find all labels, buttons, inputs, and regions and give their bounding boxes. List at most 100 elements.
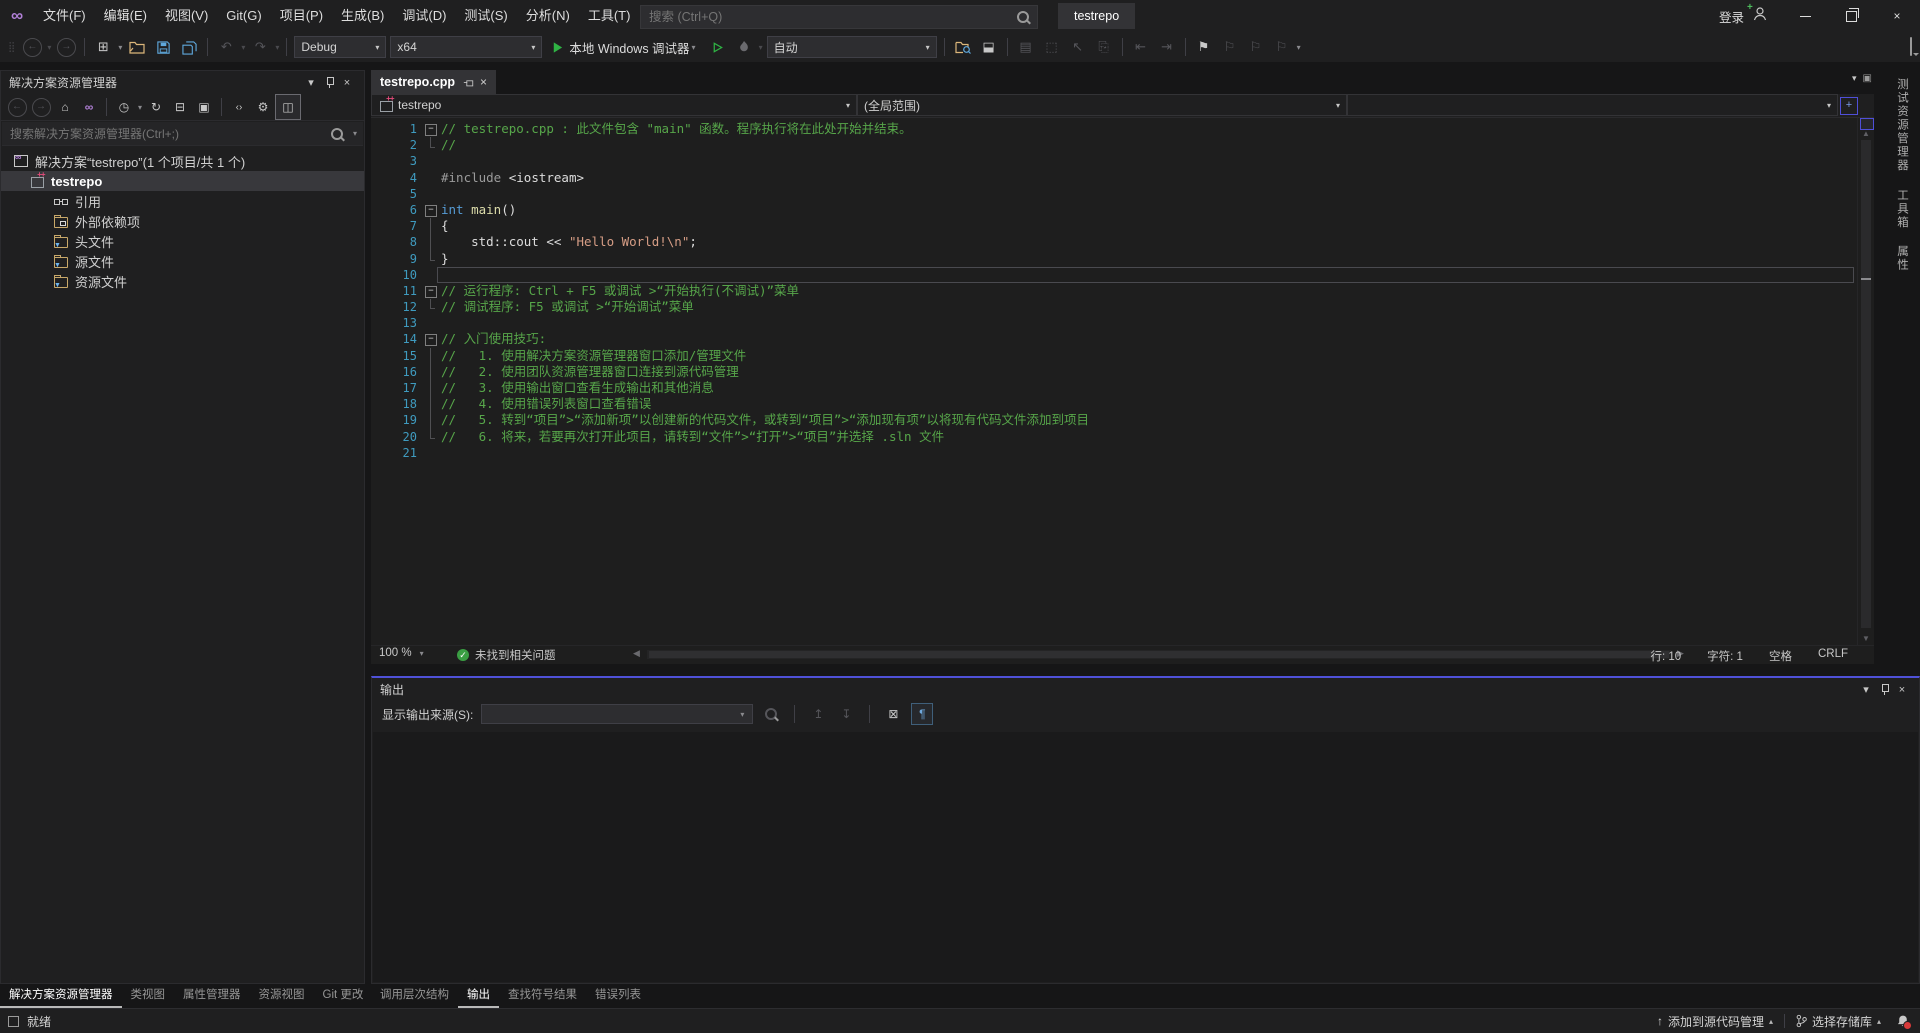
scroll-up-icon[interactable]: ▲ [1858, 129, 1874, 138]
new-project-dropdown[interactable]: ▾ [116, 43, 124, 52]
navigate-window-button[interactable]: ⬓ [976, 35, 1002, 59]
select-cursor-button[interactable]: ↖ [1065, 35, 1091, 59]
next-bookmark-button[interactable]: ⚐ [1243, 35, 1269, 59]
tree-row[interactable]: ▼头文件 [1, 231, 364, 251]
minimize-button[interactable] [1782, 0, 1828, 32]
zoom-control[interactable]: 100 % ▾ [379, 647, 426, 659]
code-line[interactable]: 5 [371, 186, 1858, 202]
code-line[interactable]: 3 [371, 153, 1858, 169]
collapse-all-button[interactable]: ⊟ [168, 95, 192, 119]
menu-item[interactable]: 生成(B) [332, 0, 393, 32]
start-without-debugging-button[interactable] [705, 35, 731, 59]
code-line[interactable]: 6−int main() [371, 202, 1858, 218]
spaces-indicator[interactable]: 空格 [1769, 648, 1792, 664]
menu-item[interactable]: 调试(D) [393, 0, 455, 32]
code-editor[interactable]: 1−// testrepo.cpp : 此文件包含 "main" 函数。程序执行… [371, 118, 1858, 648]
start-debugging-button[interactable]: 本地 Windows 调试器 ▾ [544, 35, 704, 59]
code-line[interactable]: 12// 调试程序: F5 或调试 >“开始调试”菜单 [371, 299, 1858, 315]
output-source-combo[interactable]: ▾ [481, 704, 753, 724]
search-options-dropdown[interactable]: ▾ [351, 129, 359, 138]
search-input[interactable] [641, 10, 1009, 24]
clear-all-button[interactable]: ⊠ [883, 704, 903, 724]
menu-item[interactable]: 测试(S) [455, 0, 516, 32]
solution-name-badge[interactable]: testrepo [1058, 3, 1135, 29]
open-file-button[interactable] [124, 35, 150, 59]
next-message-button[interactable]: ↧ [836, 704, 856, 724]
scroll-down-icon[interactable]: ▼ [1858, 634, 1874, 643]
redo-dropdown[interactable]: ▾ [273, 43, 281, 52]
menu-item[interactable]: Git(G) [217, 0, 270, 32]
previous-message-button[interactable]: ↥ [808, 704, 828, 724]
toolwindow-tab-active[interactable]: 解决方案资源管理器 [0, 984, 122, 1008]
output-panel-header[interactable]: 输出 ▾ × [372, 678, 1919, 701]
type-scope-combo[interactable]: (全局范围) ▾ [857, 94, 1347, 116]
split-window-button[interactable]: + [1840, 97, 1858, 115]
code-line[interactable]: 2// [371, 137, 1858, 153]
increase-indent-button[interactable]: ⇥ [1154, 35, 1180, 59]
toolwindow-tab[interactable]: 调用层次结构 [371, 984, 458, 1008]
close-button[interactable]: × [1874, 0, 1920, 32]
project-scope-combo[interactable]: testrepo ▾ [371, 94, 857, 116]
tree-row[interactable]: testrepo [1, 171, 364, 191]
undo-dropdown[interactable]: ▾ [239, 43, 247, 52]
autohide-tab[interactable]: 工具箱 [1894, 189, 1910, 230]
user-account-icon[interactable]: + [1752, 6, 1768, 27]
toolwindow-tab[interactable]: 资源视图 [250, 984, 314, 1008]
toggle-word-wrap-button[interactable]: ¶ [911, 703, 933, 725]
toggle-bookmark-button[interactable]: ⚑ [1191, 35, 1217, 59]
preview-selected-items-button[interactable]: ◫ [275, 94, 301, 120]
menu-item[interactable]: 分析(N) [517, 0, 579, 32]
window-position-button[interactable]: ▾ [302, 74, 320, 92]
sync-with-active-document-button[interactable]: ↻ [144, 95, 168, 119]
column-indicator[interactable]: 字符: 1 [1707, 648, 1743, 664]
menu-item[interactable]: 工具(T) [579, 0, 640, 32]
save-button[interactable] [150, 35, 176, 59]
pending-changes-filter-button[interactable]: ◷ [112, 95, 136, 119]
pin-icon[interactable] [464, 78, 473, 86]
toolwindow-tab[interactable]: 错误列表 [586, 984, 650, 1008]
decrease-indent-button[interactable]: ⇤ [1128, 35, 1154, 59]
undo-button[interactable]: ↶ [213, 35, 239, 59]
switch-views-button[interactable]: ∞ [77, 95, 101, 119]
toolwindow-tab[interactable]: 类视图 [122, 984, 175, 1008]
tree-row[interactable]: 外部依赖项 [1, 211, 364, 231]
sign-in-button[interactable]: 登录 [1711, 7, 1752, 26]
code-line[interactable]: 18// 4. 使用错误列表窗口查看错误 [371, 396, 1858, 412]
scrollbar-thumb[interactable] [1861, 140, 1871, 628]
navigate-back-button[interactable]: ← [19, 35, 45, 59]
solution-configuration-combo[interactable]: Debug ▾ [294, 36, 386, 58]
menu-item[interactable]: 项目(P) [271, 0, 332, 32]
toolwindow-tab[interactable]: Git 更改 [314, 984, 373, 1008]
tree-row[interactable]: 引用 [1, 191, 364, 211]
find-message-button[interactable] [761, 704, 781, 724]
solution-explorer-search-box[interactable]: ▾ [2, 122, 363, 146]
performance-profiler-button[interactable] [731, 35, 757, 59]
member-scope-combo[interactable]: ▾ [1347, 94, 1838, 116]
code-line[interactable]: 4#include <iostream> [371, 170, 1858, 186]
close-panel-button[interactable]: × [338, 74, 356, 92]
code-line[interactable]: 19// 5. 转到“项目”>“添加新项”以创建新的代码文件，或转到“项目”>“… [371, 412, 1858, 428]
code-line[interactable]: 7{ [371, 218, 1858, 234]
tab-options-icon[interactable]: ▣ [1863, 73, 1872, 84]
code-line[interactable]: 15// 1. 使用解决方案资源管理器窗口添加/管理文件 [371, 348, 1858, 364]
autohide-tab[interactable]: 属性 [1894, 245, 1910, 272]
filter-dropdown[interactable]: ▾ [136, 103, 144, 112]
save-all-button[interactable] [176, 35, 202, 59]
show-all-files-button[interactable]: ▣ [192, 95, 216, 119]
toolbar-grip-icon[interactable]: ⣿ [8, 42, 15, 53]
new-project-button[interactable]: ⊞ [90, 35, 116, 59]
output-content[interactable] [373, 732, 1918, 982]
background-tasks-icon[interactable] [8, 1016, 19, 1027]
window-position-button[interactable]: ▾ [1857, 681, 1875, 699]
navigate-forward-button[interactable]: → [53, 35, 79, 59]
select-repository-button[interactable]: 选择存储库 ▴ [1789, 1009, 1888, 1033]
active-files-dropdown[interactable]: ▾ [1852, 73, 1857, 84]
collapse-box[interactable]: − [425, 286, 437, 298]
close-panel-button[interactable]: × [1893, 681, 1911, 699]
send-feedback-button[interactable] [1910, 38, 1912, 56]
view-code-button[interactable]: ‹› [227, 95, 251, 119]
collapse-box[interactable]: − [425, 334, 437, 346]
scrollbar-thumb[interactable] [649, 651, 1669, 658]
code-line[interactable]: 21 [371, 445, 1858, 461]
toolbar-overflow-button[interactable]: ▾ [1295, 43, 1303, 52]
